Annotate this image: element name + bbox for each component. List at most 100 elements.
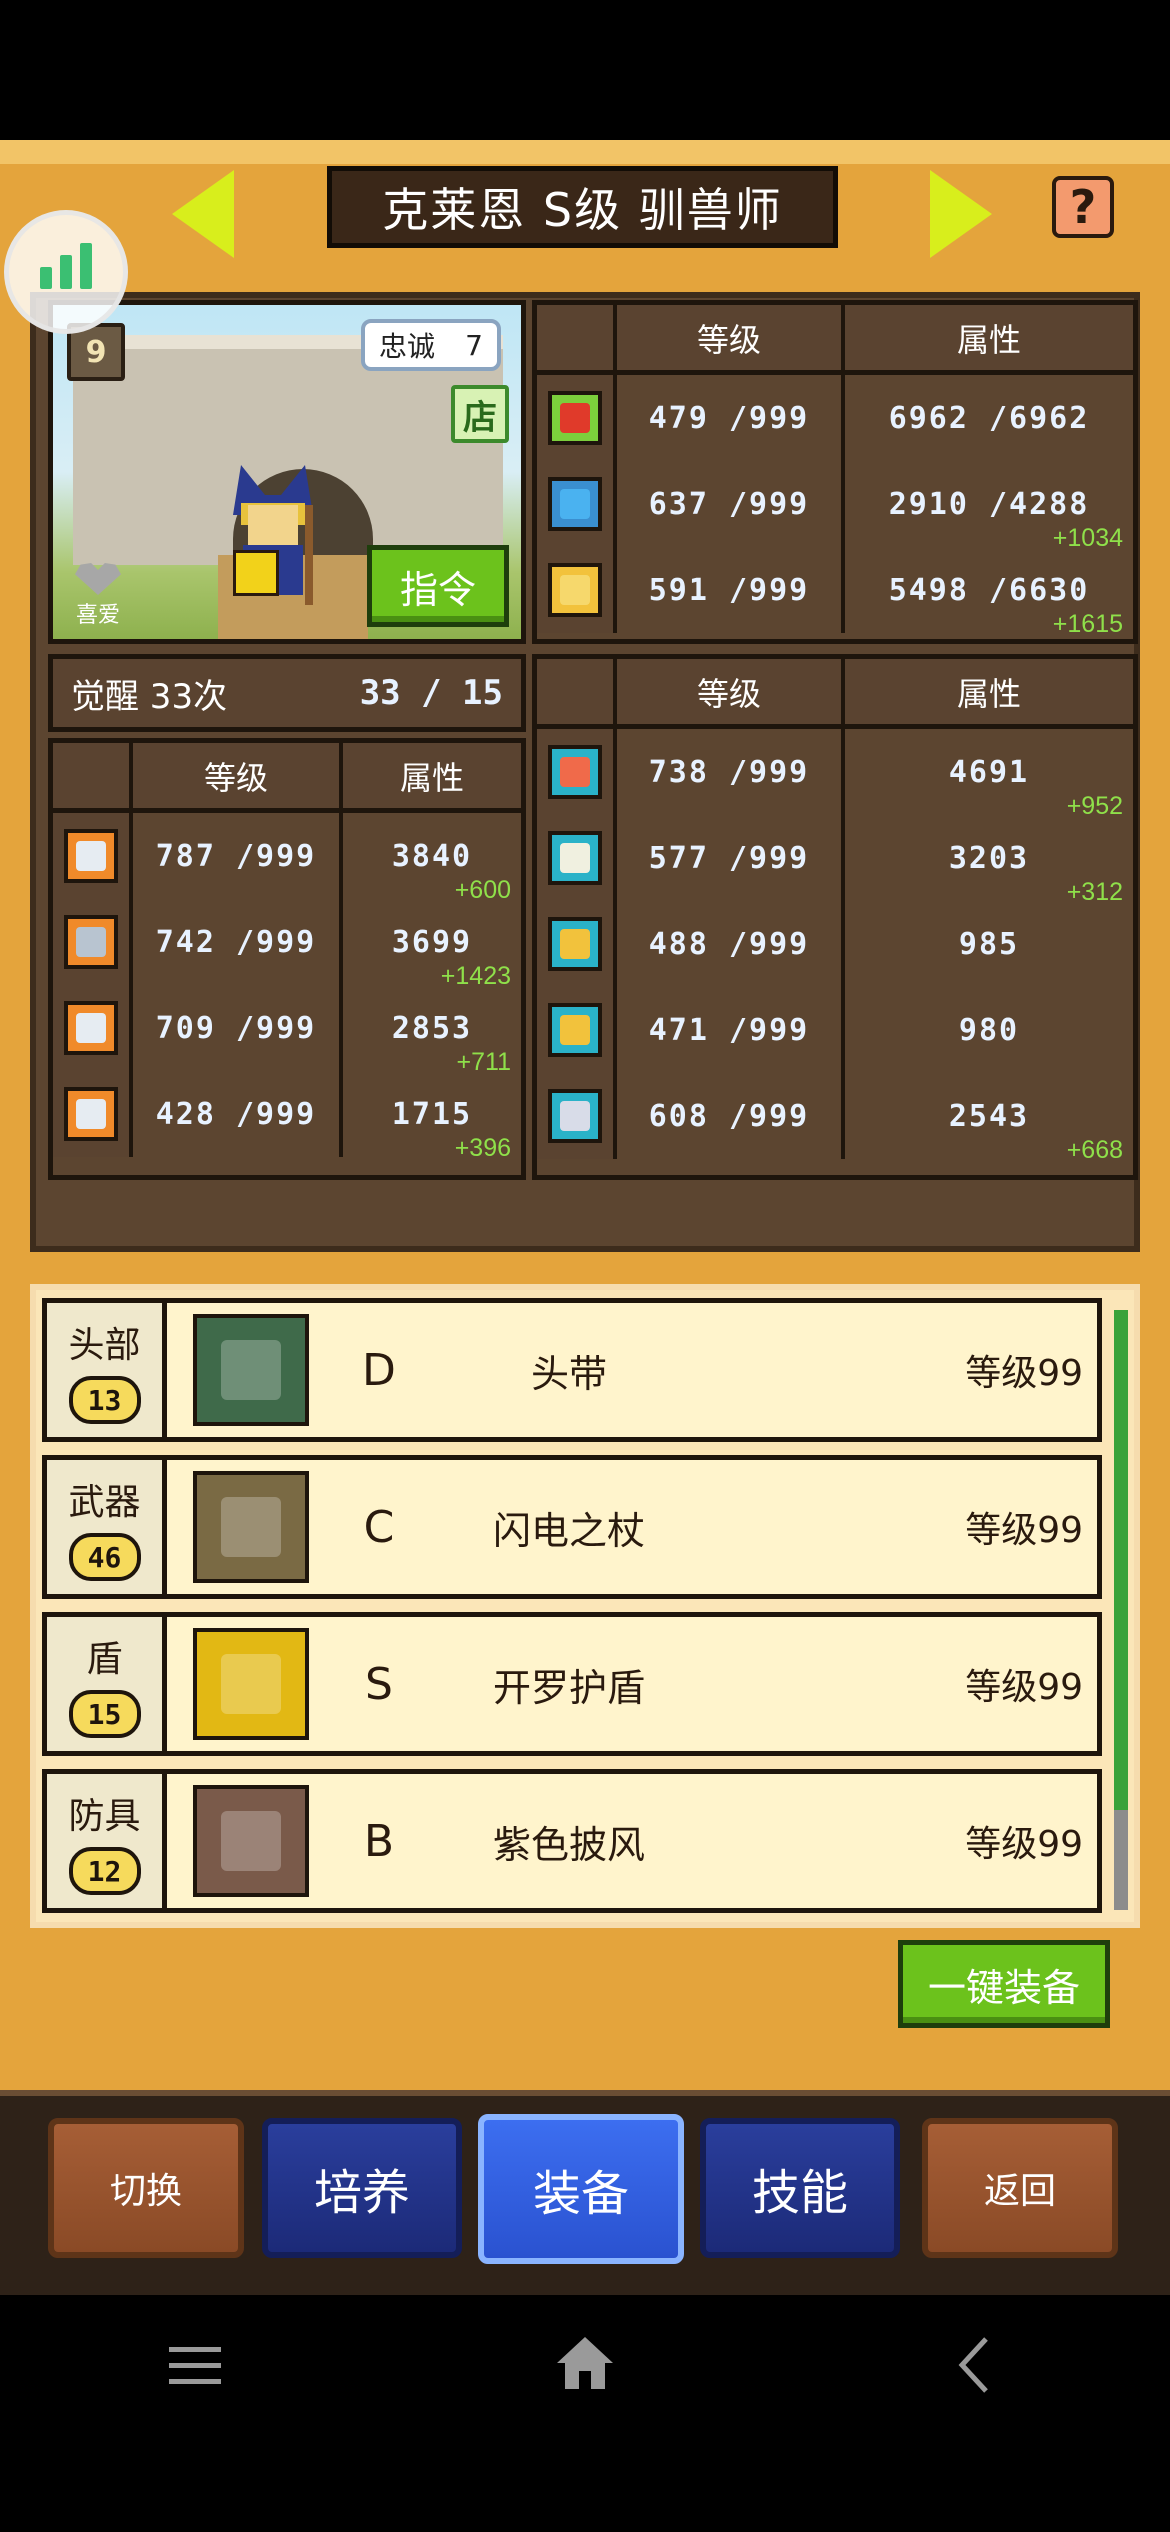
- menu-icon[interactable]: [165, 2335, 225, 2395]
- sword-icon: [64, 829, 118, 883]
- stat-row: 787 /999 3840 +600: [53, 813, 521, 905]
- train-tab[interactable]: 培养: [262, 2118, 462, 2258]
- item-grade: C: [363, 1501, 395, 1553]
- help-button[interactable]: ?: [1052, 176, 1114, 238]
- stat-level: 709 /999: [133, 985, 343, 1071]
- back-button[interactable]: 返回: [922, 2118, 1118, 2258]
- shield-icon: [64, 915, 118, 969]
- hammer-icon: [548, 1089, 602, 1143]
- stat-level: 488 /999: [617, 901, 845, 987]
- stat-row: 637 /999 2910 /4288 +1034: [537, 461, 1133, 553]
- heart-outline-icon: [75, 563, 121, 595]
- skill-tab[interactable]: 技能: [700, 2118, 900, 2258]
- stat-level: 479 /999: [617, 375, 845, 461]
- item-name: 闪电之杖: [492, 1508, 645, 1553]
- system-nav-bar: [0, 2295, 1170, 2532]
- stat-row: 488 /999 985: [537, 901, 1133, 987]
- item-grade: D: [362, 1344, 396, 1396]
- item-level: 等级99: [965, 1824, 1083, 1865]
- like-button[interactable]: 喜爱: [75, 563, 121, 629]
- stat-bonus: +668: [1066, 1136, 1123, 1164]
- awaken-counter: 觉醒 33次 33 / 15: [48, 654, 526, 732]
- item-level: 等级99: [965, 1510, 1083, 1551]
- auto-equip-button[interactable]: 一键装备: [898, 1940, 1110, 2028]
- column-attr: 属性: [343, 743, 521, 808]
- anvil-icon: [548, 1003, 602, 1057]
- stat-bonus: +1615: [1052, 610, 1123, 638]
- equip-tab[interactable]: 装备: [478, 2114, 684, 2264]
- slot-label: 防具 12: [47, 1774, 167, 1908]
- character-portrait: 9 忠诚 7 店 指令 喜爱: [48, 300, 526, 644]
- bottom-menu: 切换 培养 装备 技能 返回: [0, 2090, 1170, 2295]
- stat-row: 738 /999 4691 +952: [537, 729, 1133, 820]
- equipment-row[interactable]: 盾 15 S 开罗护盾 等级99: [42, 1612, 1102, 1756]
- slot-label: 武器 46: [47, 1460, 167, 1594]
- stats-panel: 9 忠诚 7 店 指令 喜爱 等级 属性 479 /999 6962 /6962…: [30, 292, 1140, 1252]
- speed-icon: [64, 1001, 118, 1055]
- item-level: 等级99: [965, 1667, 1083, 1708]
- stat-level: 428 /999: [133, 1071, 343, 1157]
- stat-row: 479 /999 6962 /6962: [537, 375, 1133, 461]
- stat-attr: 5498 /6630 +1615: [888, 572, 1123, 639]
- prev-character-arrow-icon[interactable]: [172, 170, 234, 258]
- stats-chart-icon[interactable]: [4, 210, 128, 334]
- cloak-icon: [193, 1785, 309, 1897]
- stat-level: 608 /999: [617, 1073, 845, 1159]
- loyalty-badge: 忠诚 7: [361, 319, 501, 371]
- staff-icon: [193, 1471, 309, 1583]
- stat-level: 738 /999: [617, 729, 845, 815]
- equipment-row[interactable]: 武器 46 C 闪电之杖 等级99: [42, 1455, 1102, 1599]
- stat-attr: 1715 +396: [391, 1096, 511, 1163]
- top-rim: [0, 140, 1170, 164]
- column-level: 等级: [133, 743, 343, 808]
- muscle-icon: [548, 563, 602, 617]
- item-grade: B: [363, 1815, 395, 1867]
- stat-row: 608 /999 2543 +668: [537, 1073, 1133, 1165]
- next-character-arrow-icon[interactable]: [930, 170, 992, 258]
- item-name: 开罗护盾: [492, 1665, 645, 1710]
- slot-level-badge: 46: [68, 1533, 141, 1581]
- slot-level-badge: 13: [68, 1376, 141, 1424]
- stat-row: 591 /999 5498 /6630 +1615: [537, 547, 1133, 639]
- stat-attr: 2853 +711: [391, 1010, 511, 1077]
- stat-attr: 2543 +668: [948, 1098, 1123, 1165]
- character-title: 克莱恩 S级 驯兽师: [327, 166, 838, 248]
- shop-icon[interactable]: 店: [451, 385, 509, 443]
- game-screen: 克莱恩 S级 驯兽师 ? 9 忠诚 7 店 指令 喜爱 等级 属性 479 /9…: [0, 140, 1170, 2295]
- character-sprite[interactable]: [223, 465, 323, 605]
- shovel-icon: [548, 917, 602, 971]
- equipment-row[interactable]: 头部 13 D 头带 等级99: [42, 1298, 1102, 1442]
- command-button[interactable]: 指令: [367, 545, 509, 627]
- equipment-list: 头部 13 D 头带 等级99 武器 46 C 闪电之杖 等级99 盾 15 S…: [30, 1284, 1140, 1928]
- switch-button[interactable]: 切换: [48, 2118, 244, 2258]
- stat-attr: 3203 +312: [948, 840, 1123, 907]
- item-level: 等级99: [965, 1353, 1083, 1394]
- stat-attr: 2910 /4288 +1034: [888, 486, 1123, 553]
- column-attr: 属性: [845, 305, 1133, 370]
- stat-row: 709 /999 2853 +711: [53, 985, 521, 1077]
- stat-attr: 3840 +600: [391, 838, 511, 905]
- home-icon[interactable]: [553, 2331, 617, 2395]
- stat-attr: 6962 /6962: [888, 400, 1090, 436]
- slot-label: 头部 13: [47, 1303, 167, 1437]
- column-level: 等级: [617, 659, 845, 724]
- slot-level-badge: 15: [68, 1690, 141, 1738]
- stat-attr: 3699 +1423: [391, 924, 511, 991]
- stat-level: 577 /999: [617, 815, 845, 901]
- equipment-row[interactable]: 防具 12 B 紫色披风 等级99: [42, 1769, 1102, 1913]
- slot-level-badge: 12: [68, 1847, 141, 1895]
- stat-level: 787 /999: [133, 813, 343, 899]
- item-name: 紫色披风: [492, 1822, 645, 1867]
- combat-table: 等级 属性 787 /999 3840 +600 742 /999 3699 +…: [48, 738, 526, 1180]
- stat-level: 637 /999: [617, 461, 845, 547]
- back-nav-icon[interactable]: [950, 2333, 1000, 2397]
- equipment-scrollbar[interactable]: [1114, 1310, 1128, 1910]
- heart-icon: [548, 391, 602, 445]
- stat-level: 591 /999: [617, 547, 845, 633]
- item-name: 头带: [530, 1351, 607, 1396]
- book-icon: [548, 745, 602, 799]
- item-grade: S: [365, 1658, 393, 1710]
- star-icon: [64, 1087, 118, 1141]
- slot-label: 盾 15: [47, 1617, 167, 1751]
- stat-row: 742 /999 3699 +1423: [53, 899, 521, 991]
